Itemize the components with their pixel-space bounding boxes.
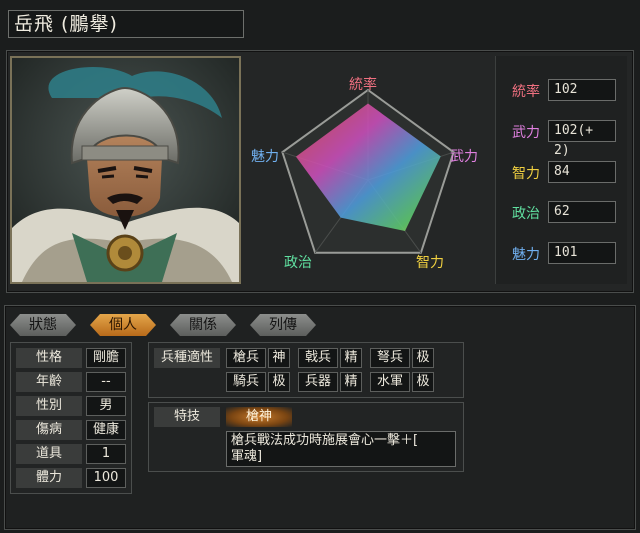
aptitude-rank: 极 [412,348,434,368]
personal-value: 男 [86,396,126,416]
tab-personal[interactable]: 個人 [90,314,156,336]
personal-label: 性格 [16,348,82,368]
aptitude-unit: 戟兵 [298,348,338,368]
personal-label: 道具 [16,444,82,464]
aptitude-rank: 精 [340,348,362,368]
aptitude-unit: 槍兵 [226,348,266,368]
personal-value: -- [86,372,126,392]
personal-value: 100 [86,468,126,488]
ability-radar-chart: 統率 武力 智力 政治 魅力 [248,56,488,284]
officer-name: 岳飛 (鵬擧) [8,10,244,38]
radar-label-wuli: 武力 [450,149,478,165]
officer-portrait [10,56,241,284]
personal-label: 傷病 [16,420,82,440]
stats-list: 統率 102 武力 102(+ 2) 智力 84 政治 62 魅力 101 [495,56,627,284]
skill-description: 槍兵戰法成功時施展會心一擊＋[ 軍魂] [226,431,456,467]
aptitude-rank: 神 [268,348,290,368]
personal-label: 體力 [16,468,82,488]
radar-label-tongshuai: 統率 [349,77,377,93]
tab-status[interactable]: 狀態 [10,314,76,336]
stat-label: 政治 [512,206,540,222]
radar-label-zhili: 智力 [416,255,444,271]
skill-desc-line: 軍魂] [231,449,263,464]
personal-value: 剛膽 [86,348,126,368]
stat-label: 智力 [512,166,540,182]
stat-label: 魅力 [512,247,540,263]
stat-value: 84 [548,161,616,183]
aptitude-rank: 极 [412,372,434,392]
aptitude-rank: 精 [340,372,362,392]
personal-value: 健康 [86,420,126,440]
aptitude-unit: 騎兵 [226,372,266,392]
personal-value: 1 [86,444,126,464]
tab-biography[interactable]: 列傳 [250,314,316,336]
stat-label: 統率 [512,84,540,100]
skill-name-badge[interactable]: 槍神 [226,407,292,427]
stat-value: 62 [548,201,616,223]
stat-label: 武力 [512,125,540,141]
aptitude-label: 兵種適性 [154,348,220,368]
aptitude-rank: 极 [268,372,290,392]
radar-label-meili: 魅力 [251,149,279,165]
aptitude-unit: 弩兵 [370,348,410,368]
aptitude-unit: 兵器 [298,372,338,392]
personal-label: 性別 [16,396,82,416]
skill-label: 特技 [154,407,220,427]
stat-value: 102 [548,79,616,101]
tab-relations[interactable]: 關係 [170,314,236,336]
stat-value: 101 [548,242,616,264]
radar-label-zhengzhi: 政治 [284,255,312,271]
aptitude-unit: 水軍 [370,372,410,392]
personal-label: 年齡 [16,372,82,392]
skill-desc-line: 槍兵戰法成功時施展會心一擊＋[ [231,433,419,448]
stat-value: 102(+ 2) [548,120,616,158]
